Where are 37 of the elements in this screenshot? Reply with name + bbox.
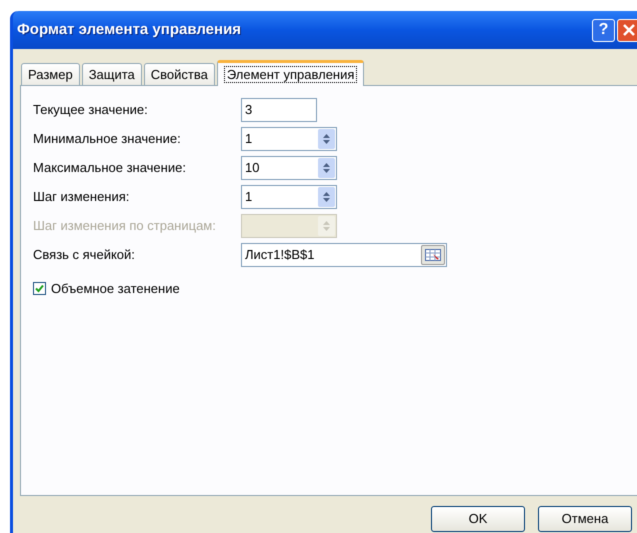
spin-arrows-icon — [322, 190, 331, 204]
spin-arrows-icon — [322, 160, 331, 174]
field-label: Шаг изменения по страницам: — [33, 216, 217, 235]
spin-buttons[interactable] — [318, 186, 335, 206]
window-title: Формат элемента управления — [17, 20, 242, 40]
field-label: Максимальное значение: — [33, 158, 187, 177]
field-label: Минимальное значение: — [33, 130, 182, 148]
spin-field[interactable]: 1 — [241, 126, 337, 150]
field-label: Текущее значение: — [33, 100, 149, 119]
spin-arrows-icon — [322, 132, 331, 146]
close-icon — [622, 24, 634, 36]
value-field[interactable]: 1 — [242, 186, 318, 206]
checkbox[interactable] — [33, 282, 46, 296]
field-label: Связь с ячейкой: — [33, 246, 136, 264]
value-field[interactable]: Лист1!$B$1 — [242, 244, 421, 264]
spin-buttons[interactable] — [318, 128, 335, 148]
spin-buttons[interactable] — [318, 158, 335, 178]
dialog-button[interactable]: Отмена — [538, 506, 632, 532]
value-field[interactable]: 1 — [242, 128, 318, 148]
checkbox-label: Объемное затенение — [51, 280, 180, 298]
dialog-button[interactable]: OK — [431, 506, 525, 532]
tab[interactable]: Свойства — [144, 63, 215, 85]
tab[interactable]: Размер — [21, 63, 80, 85]
spin-field[interactable]: 10 — [241, 156, 337, 180]
field-label: Шаг изменения: — [33, 188, 130, 206]
check-icon — [35, 284, 44, 294]
close-button[interactable] — [617, 18, 637, 42]
spin-field[interactable]: 1 — [241, 184, 337, 208]
cell-picker-button[interactable] — [421, 244, 445, 264]
checkbox-row[interactable]: Объемное затенение — [33, 279, 637, 298]
help-button[interactable]: ? — [592, 18, 615, 42]
spin-arrows-icon — [322, 218, 331, 232]
cell-picker-icon — [425, 248, 441, 260]
cell-link-field[interactable]: Лист1!$B$1 — [241, 242, 447, 266]
tab[interactable]: Защита — [82, 63, 142, 85]
value-field[interactable]: 10 — [242, 158, 318, 178]
tab[interactable]: Элемент управления — [216, 60, 364, 86]
